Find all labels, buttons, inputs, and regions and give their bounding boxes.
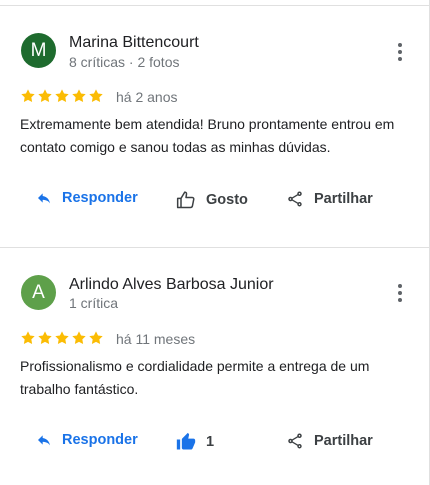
reply-arrow-icon	[38, 435, 50, 446]
share-button[interactable]: Partilhar	[286, 190, 373, 208]
reviewer-meta: 1 crítica	[69, 295, 119, 311]
thumbs-up-icon	[176, 432, 196, 450]
like-button[interactable]: Gosto	[176, 190, 248, 210]
review-date: há 11 meses	[116, 331, 196, 347]
more-options-button[interactable]	[392, 282, 408, 304]
share-button[interactable]: Partilhar	[286, 432, 373, 450]
share-icon	[288, 191, 302, 207]
star-icon	[89, 331, 103, 345]
star-icon	[55, 331, 69, 345]
more-options-button[interactable]	[392, 41, 408, 63]
star-icon	[55, 89, 69, 103]
like-count: 1	[206, 434, 215, 450]
review-text: Profissionalismo e cordialidade permite …	[20, 358, 370, 397]
reply-label: Responder	[62, 190, 138, 206]
avatar[interactable]: M	[21, 33, 56, 68]
share-icon	[288, 433, 302, 449]
star-icon	[89, 89, 103, 103]
review-divider	[0, 247, 430, 248]
star-icon	[38, 331, 52, 345]
rating-stars	[20, 330, 104, 346]
review-date: há 2 anos	[116, 89, 178, 105]
like-button[interactable]: 1	[176, 432, 214, 452]
star-icon	[21, 89, 35, 103]
share-label: Partilhar	[314, 191, 373, 207]
more-vert-icon	[398, 43, 402, 47]
reply-label: Responder	[62, 432, 138, 448]
more-vert-icon	[398, 284, 402, 288]
reply-arrow-icon	[38, 193, 50, 204]
top-divider	[0, 5, 430, 6]
star-icon	[72, 89, 86, 103]
share-label: Partilhar	[314, 433, 373, 449]
like-label: Gosto	[206, 192, 248, 208]
reviewer-meta: 8 críticas · 2 fotos	[69, 54, 180, 70]
reviewer-name[interactable]: Marina Bittencourt	[69, 34, 199, 52]
reply-button[interactable]: Responder	[36, 190, 138, 206]
avatar[interactable]: A	[21, 275, 56, 310]
rating-stars	[20, 88, 104, 104]
thumbs-up-icon	[176, 191, 195, 209]
star-icon	[21, 331, 35, 345]
reviewer-name[interactable]: Arlindo Alves Barbosa Junior	[69, 276, 274, 294]
review-text: Extremamente bem atendida! Bruno prontam…	[20, 116, 395, 155]
reply-button[interactable]: Responder	[36, 432, 138, 448]
star-icon	[72, 331, 86, 345]
star-icon	[38, 89, 52, 103]
